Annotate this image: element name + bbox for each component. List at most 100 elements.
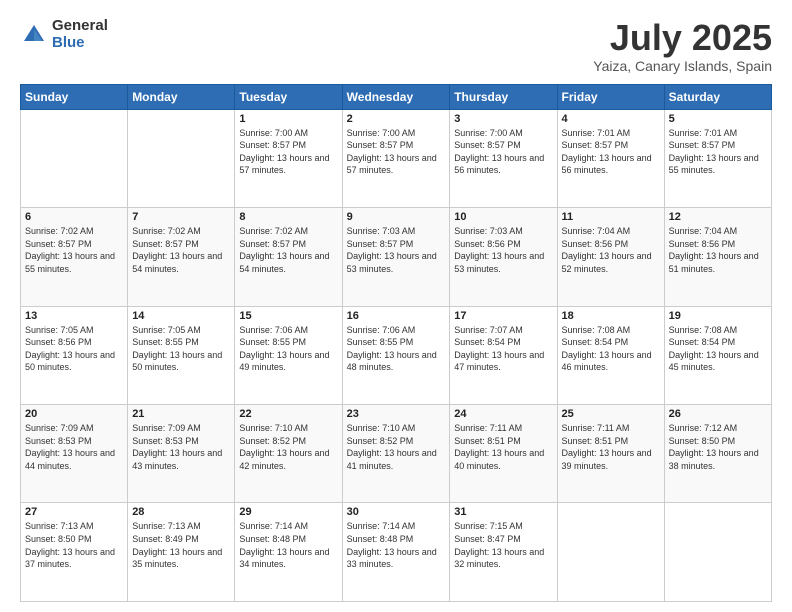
calendar-cell: 13Sunrise: 7:05 AMSunset: 8:56 PMDayligh…	[21, 306, 128, 404]
day-info: Sunrise: 7:14 AMSunset: 8:48 PMDaylight:…	[239, 520, 337, 570]
day-info: Sunrise: 7:00 AMSunset: 8:57 PMDaylight:…	[239, 127, 337, 177]
day-info: Sunrise: 7:08 AMSunset: 8:54 PMDaylight:…	[669, 324, 767, 374]
day-info: Sunrise: 7:02 AMSunset: 8:57 PMDaylight:…	[132, 225, 230, 275]
logo-blue-text: Blue	[52, 35, 108, 52]
day-info: Sunrise: 7:09 AMSunset: 8:53 PMDaylight:…	[132, 422, 230, 472]
calendar-cell: 12 Sunrise: 7:04 AMSunset: 8:56 PMDayligh…	[664, 208, 771, 306]
calendar-cell: 3Sunrise: 7:00 AMSunset: 8:57 PMDaylight…	[450, 109, 557, 207]
day-info: Sunrise: 7:13 AMSunset: 8:50 PMDaylight:…	[25, 520, 123, 570]
calendar-cell: 31 Sunrise: 7:15 AMSunset: 8:47 PMDayligh…	[450, 503, 557, 602]
day-number: 5	[669, 113, 767, 125]
day-info: Sunrise: 7:10 AMSunset: 8:52 PMDaylight:…	[239, 422, 337, 472]
day-number: 31	[454, 506, 552, 518]
col-monday: Monday	[128, 84, 235, 109]
col-wednesday: Wednesday	[342, 84, 450, 109]
day-number: 8	[239, 211, 337, 223]
calendar-week-2: 6 Sunrise: 7:02 AMSunset: 8:57 PMDaylight…	[21, 208, 772, 306]
calendar-cell: 6 Sunrise: 7:02 AMSunset: 8:57 PMDaylight…	[21, 208, 128, 306]
day-number: 4	[562, 113, 660, 125]
day-info: Sunrise: 7:01 AMSunset: 8:57 PMDaylight:…	[669, 127, 767, 177]
calendar-cell: 14 Sunrise: 7:05 AMSunset: 8:55 PMDayligh…	[128, 306, 235, 404]
day-info: Sunrise: 7:04 AMSunset: 8:56 PMDaylight:…	[562, 225, 660, 275]
day-number: 3	[454, 113, 552, 125]
day-info: Sunrise: 7:12 AMSunset: 8:50 PMDaylight:…	[669, 422, 767, 472]
col-sunday: Sunday	[21, 84, 128, 109]
day-number: 27	[25, 506, 123, 518]
calendar-cell: 5 Sunrise: 7:01 AMSunset: 8:57 PMDaylight…	[664, 109, 771, 207]
day-number: 17	[454, 310, 552, 322]
day-info: Sunrise: 7:06 AMSunset: 8:55 PMDaylight:…	[347, 324, 446, 374]
calendar-cell: 21Sunrise: 7:09 AMSunset: 8:53 PMDayligh…	[128, 405, 235, 503]
day-number: 22	[239, 408, 337, 420]
day-number: 30	[347, 506, 446, 518]
calendar-cell	[21, 109, 128, 207]
day-info: Sunrise: 7:11 AMSunset: 8:51 PMDaylight:…	[562, 422, 660, 472]
calendar-cell: 2Sunrise: 7:00 AMSunset: 8:57 PMDaylight…	[342, 109, 450, 207]
day-info: Sunrise: 7:13 AMSunset: 8:49 PMDaylight:…	[132, 520, 230, 570]
day-info: Sunrise: 7:02 AMSunset: 8:57 PMDaylight:…	[239, 225, 337, 275]
calendar-cell: 26 Sunrise: 7:12 AMSunset: 8:50 PMDayligh…	[664, 405, 771, 503]
logo: General Blue	[20, 18, 108, 51]
day-number: 20	[25, 408, 123, 420]
calendar-cell: 22 Sunrise: 7:10 AMSunset: 8:52 PMDayligh…	[235, 405, 342, 503]
day-info: Sunrise: 7:03 AMSunset: 8:57 PMDaylight:…	[347, 225, 446, 275]
title-block: July 2025 Yaiza, Canary Islands, Spain	[593, 18, 772, 74]
calendar-cell: 27 Sunrise: 7:13 AMSunset: 8:50 PMDayligh…	[21, 503, 128, 602]
day-number: 26	[669, 408, 767, 420]
day-number: 1	[239, 113, 337, 125]
calendar-cell: 29 Sunrise: 7:14 AMSunset: 8:48 PMDayligh…	[235, 503, 342, 602]
calendar-cell: 24 Sunrise: 7:11 AMSunset: 8:51 PMDayligh…	[450, 405, 557, 503]
calendar-cell: 18 Sunrise: 7:08 AMSunset: 8:54 PMDayligh…	[557, 306, 664, 404]
calendar-cell: 23 Sunrise: 7:10 AMSunset: 8:52 PMDayligh…	[342, 405, 450, 503]
logo-icon	[20, 21, 48, 49]
day-number: 6	[25, 211, 123, 223]
day-number: 24	[454, 408, 552, 420]
day-info: Sunrise: 7:04 AMSunset: 8:56 PMDaylight:…	[669, 225, 767, 275]
day-number: 12	[669, 211, 767, 223]
day-info: Sunrise: 7:00 AMSunset: 8:57 PMDaylight:…	[347, 127, 446, 177]
day-info: Sunrise: 7:03 AMSunset: 8:56 PMDaylight:…	[454, 225, 552, 275]
day-info: Sunrise: 7:02 AMSunset: 8:57 PMDaylight:…	[25, 225, 123, 275]
day-info: Sunrise: 7:01 AMSunset: 8:57 PMDaylight:…	[562, 127, 660, 177]
day-info: Sunrise: 7:11 AMSunset: 8:51 PMDaylight:…	[454, 422, 552, 472]
day-info: Sunrise: 7:09 AMSunset: 8:53 PMDaylight:…	[25, 422, 123, 472]
day-number: 14	[132, 310, 230, 322]
calendar-cell: 8 Sunrise: 7:02 AMSunset: 8:57 PMDaylight…	[235, 208, 342, 306]
calendar-cell: 25Sunrise: 7:11 AMSunset: 8:51 PMDayligh…	[557, 405, 664, 503]
day-info: Sunrise: 7:07 AMSunset: 8:54 PMDaylight:…	[454, 324, 552, 374]
calendar-cell: 17 Sunrise: 7:07 AMSunset: 8:54 PMDayligh…	[450, 306, 557, 404]
calendar-cell: 15Sunrise: 7:06 AMSunset: 8:55 PMDayligh…	[235, 306, 342, 404]
day-number: 16	[347, 310, 446, 322]
page: General Blue July 2025 Yaiza, Canary Isl…	[0, 0, 792, 612]
day-number: 19	[669, 310, 767, 322]
day-info: Sunrise: 7:05 AMSunset: 8:55 PMDaylight:…	[132, 324, 230, 374]
calendar-cell: 10Sunrise: 7:03 AMSunset: 8:56 PMDayligh…	[450, 208, 557, 306]
calendar-cell: 20 Sunrise: 7:09 AMSunset: 8:53 PMDayligh…	[21, 405, 128, 503]
calendar-week-3: 13Sunrise: 7:05 AMSunset: 8:56 PMDayligh…	[21, 306, 772, 404]
calendar-cell: 19 Sunrise: 7:08 AMSunset: 8:54 PMDayligh…	[664, 306, 771, 404]
col-tuesday: Tuesday	[235, 84, 342, 109]
day-number: 7	[132, 211, 230, 223]
day-number: 13	[25, 310, 123, 322]
day-info: Sunrise: 7:06 AMSunset: 8:55 PMDaylight:…	[239, 324, 337, 374]
calendar-cell: 28 Sunrise: 7:13 AMSunset: 8:49 PMDayligh…	[128, 503, 235, 602]
calendar-week-1: 1 Sunrise: 7:00 AMSunset: 8:57 PMDaylight…	[21, 109, 772, 207]
calendar-cell	[128, 109, 235, 207]
day-info: Sunrise: 7:10 AMSunset: 8:52 PMDaylight:…	[347, 422, 446, 472]
calendar-cell: 16 Sunrise: 7:06 AMSunset: 8:55 PMDayligh…	[342, 306, 450, 404]
col-thursday: Thursday	[450, 84, 557, 109]
day-number: 29	[239, 506, 337, 518]
day-info: Sunrise: 7:15 AMSunset: 8:47 PMDaylight:…	[454, 520, 552, 570]
day-number: 28	[132, 506, 230, 518]
day-number: 18	[562, 310, 660, 322]
calendar-week-4: 20 Sunrise: 7:09 AMSunset: 8:53 PMDayligh…	[21, 405, 772, 503]
day-info: Sunrise: 7:08 AMSunset: 8:54 PMDaylight:…	[562, 324, 660, 374]
calendar-week-5: 27 Sunrise: 7:13 AMSunset: 8:50 PMDayligh…	[21, 503, 772, 602]
day-number: 23	[347, 408, 446, 420]
calendar-cell: 11Sunrise: 7:04 AMSunset: 8:56 PMDayligh…	[557, 208, 664, 306]
calendar-cell: 7 Sunrise: 7:02 AMSunset: 8:57 PMDaylight…	[128, 208, 235, 306]
col-friday: Friday	[557, 84, 664, 109]
calendar-cell: 9Sunrise: 7:03 AMSunset: 8:57 PMDaylight…	[342, 208, 450, 306]
calendar-cell: 4 Sunrise: 7:01 AMSunset: 8:57 PMDaylight…	[557, 109, 664, 207]
calendar-cell: 1 Sunrise: 7:00 AMSunset: 8:57 PMDaylight…	[235, 109, 342, 207]
